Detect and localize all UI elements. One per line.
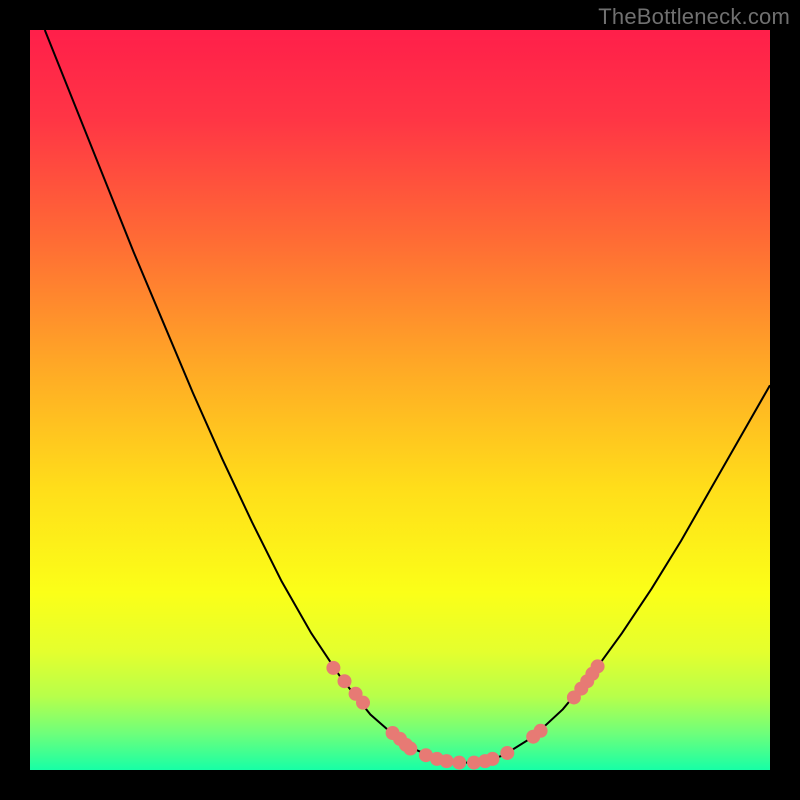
curve-marker xyxy=(326,661,340,675)
bottleneck-plot xyxy=(30,30,770,770)
curve-marker xyxy=(486,752,500,766)
curve-marker xyxy=(534,724,548,738)
curve-marker xyxy=(403,742,417,756)
plot-background xyxy=(30,30,770,770)
watermark-text: TheBottleneck.com xyxy=(598,4,790,30)
curve-marker xyxy=(440,754,454,768)
curve-marker xyxy=(356,696,370,710)
curve-marker xyxy=(500,746,514,760)
curve-marker xyxy=(452,756,466,770)
curve-marker xyxy=(591,659,605,673)
curve-marker xyxy=(338,674,352,688)
chart-frame: TheBottleneck.com xyxy=(0,0,800,800)
